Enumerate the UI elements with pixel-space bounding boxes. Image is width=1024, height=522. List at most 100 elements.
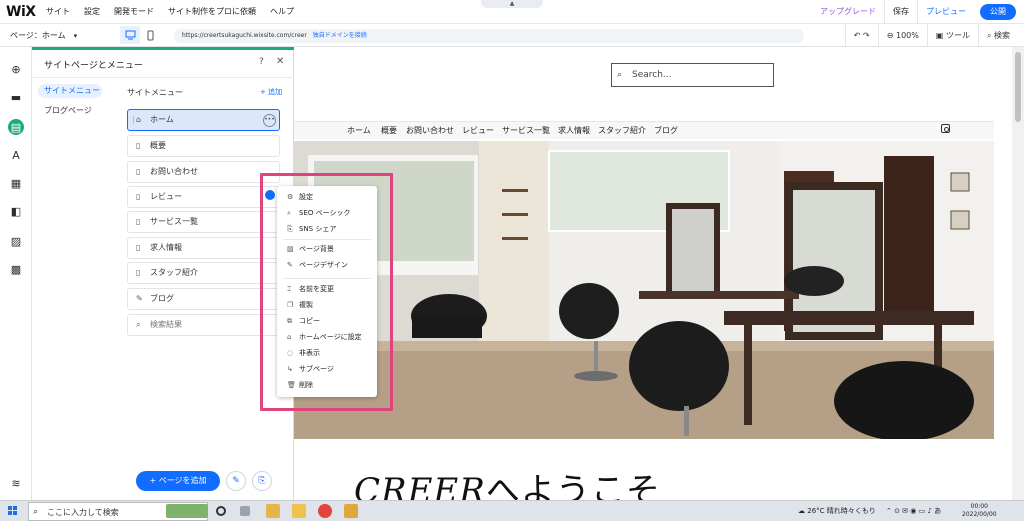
pages-menu-icon[interactable]: ▤: [8, 119, 24, 135]
hero-image[interactable]: [294, 141, 994, 439]
zoom-control[interactable]: ⊖ 100%: [877, 24, 927, 47]
theme-icon[interactable]: A: [8, 147, 24, 163]
search-icon: ⌕: [33, 507, 39, 517]
menu-help[interactable]: ヘルプ: [270, 6, 294, 17]
tools-button[interactable]: ▣ ツール: [926, 24, 978, 47]
apps-icon[interactable]: ▦: [8, 175, 24, 191]
page-item-label: スタッフ紹介: [150, 268, 198, 277]
taskbar-search-placeholder: ここに入力して検索: [47, 508, 119, 517]
site-search-placeholder: Search...: [632, 70, 672, 80]
highlight-annotation-box: [260, 173, 393, 411]
page-icon: ▯: [136, 141, 141, 150]
help-icon[interactable]: ?: [259, 57, 264, 67]
panel-nav-site-menu[interactable]: サイトメニュー: [38, 84, 102, 98]
page-item-label: 検索結果: [150, 320, 182, 329]
site-url: https://creertsukaguchi.wixsite.com/cree…: [182, 32, 307, 39]
editor-search-button[interactable]: ⌕ 検索: [977, 24, 1018, 47]
upgrade-link[interactable]: アップグレード: [812, 0, 884, 24]
desktop-view-button[interactable]: [120, 26, 140, 44]
clock[interactable]: 00:00 2022/00/00: [962, 503, 997, 519]
add-page-button[interactable]: + ページを追加: [136, 471, 220, 491]
preview-button[interactable]: プレビュー: [917, 0, 974, 24]
page-item-label: ホーム: [150, 115, 174, 124]
site-pages-panel: サイトページとメニュー ? ✕ サイトメニュー ブログページ サイトメニュー +…: [32, 47, 294, 500]
cortana-icon[interactable]: [216, 506, 226, 516]
undo-icon[interactable]: ↶: [854, 31, 861, 40]
page-item-jobs[interactable]: ▯ 求人情報: [127, 237, 280, 259]
search-highlight-icon[interactable]: [166, 504, 208, 518]
menu-dev-mode[interactable]: 開発モード: [114, 6, 154, 17]
windows-taskbar: ⌕ ここに入力して検索 ☁ 26°C 晴れ時々くもり ⌃ ⊙ ✉ ◉ ▭ ♪ あ…: [0, 500, 1024, 521]
home-icon: ⌂: [136, 115, 142, 124]
site-nav-about[interactable]: 概要: [381, 125, 397, 136]
windows-start-icon[interactable]: [8, 506, 18, 516]
search-icon: ⌕: [986, 31, 992, 40]
site-nav-home[interactable]: ホーム: [347, 125, 371, 136]
site-nav-staff[interactable]: スタッフ紹介: [598, 125, 646, 136]
page-selector[interactable]: ページ：ホーム ▾: [0, 30, 106, 41]
wix-logo[interactable]: WiX: [6, 4, 46, 20]
site-url-bar[interactable]: https://creertsukaguchi.wixsite.com/cree…: [174, 29, 804, 43]
task-view-icon[interactable]: [240, 506, 250, 516]
close-icon[interactable]: ✕: [276, 56, 284, 67]
site-nav-jobs[interactable]: 求人情報: [558, 125, 590, 136]
publish-button[interactable]: 公開: [980, 4, 1016, 20]
page-item-contact[interactable]: ▯ お問い合わせ: [127, 161, 280, 183]
page-item-label: サービス一覧: [150, 217, 198, 226]
more-actions-icon[interactable]: •••: [263, 114, 276, 127]
app-icon[interactable]: [344, 504, 358, 518]
site-nav-services[interactable]: サービス一覧: [502, 125, 550, 136]
editor-search-label: 検索: [994, 31, 1010, 40]
weather-text[interactable]: 26°C 晴れ時々くもり: [807, 507, 876, 515]
plugins-icon[interactable]: ◧: [8, 203, 24, 219]
undo-redo[interactable]: ↶ ↷: [844, 24, 878, 47]
page-item-label: 求人情報: [150, 243, 182, 252]
panel-nav-blog-pages[interactable]: ブログページ: [44, 105, 92, 116]
mobile-view-button[interactable]: [140, 26, 160, 44]
layers-icon[interactable]: ≋: [8, 475, 24, 491]
save-button[interactable]: 保存: [884, 0, 917, 24]
photos-app-icon[interactable]: [266, 504, 280, 518]
left-tool-bar: ⊕ ▬ ▤ A ▦ ◧ ▨ ▩ ≋: [0, 47, 32, 500]
page-item-search-results[interactable]: ⌕ 検索結果: [127, 314, 280, 336]
page-item-services[interactable]: ▯ サービス一覧: [127, 211, 280, 233]
menu-hire-pro[interactable]: サイト制作をプロに依頼: [168, 6, 256, 17]
scrollbar-thumb[interactable]: [1015, 52, 1021, 122]
zoom-out-icon: ⊖: [886, 31, 894, 40]
connect-domain-link[interactable]: 独自ドメインを接続: [313, 32, 367, 39]
menu-site[interactable]: サイト: [46, 6, 70, 17]
site-nav-blog[interactable]: ブログ: [654, 125, 678, 136]
file-explorer-icon[interactable]: [292, 504, 306, 518]
menu-settings[interactable]: 設定: [84, 6, 100, 17]
page-item-reviews[interactable]: ▯ レビュー: [127, 186, 280, 208]
site-search-box[interactable]: ⌕ Search...: [611, 63, 774, 87]
site-nav-contact[interactable]: お問い合わせ: [406, 125, 454, 136]
business-icon[interactable]: ▩: [8, 261, 24, 277]
page-item-about[interactable]: ▯ 概要: [127, 135, 280, 157]
add-elements-icon[interactable]: ⊕: [8, 61, 24, 77]
editor-top-bar: WiX サイト 設定 開発モード サイト制作をプロに依頼 ヘルプ ▲ アップグレ…: [0, 0, 1024, 24]
media-icon[interactable]: ▨: [8, 233, 24, 249]
site-nav-reviews[interactable]: レビュー: [462, 125, 494, 136]
site-navigation-bar: ホーム 概要 お問い合わせ レビュー サービス一覧 求人情報 スタッフ紹介 ブロ…: [294, 121, 994, 139]
page-transitions-icon[interactable]: ⎘: [252, 471, 272, 491]
page-item-home[interactable]: ⋮ ⌂ ホーム •••: [127, 109, 280, 131]
redo-icon[interactable]: ↷: [863, 31, 870, 40]
collapse-handle[interactable]: ▲: [481, 0, 543, 8]
page-design-icon[interactable]: ✎: [226, 471, 246, 491]
tray-icons[interactable]: ⌃ ⊙ ✉ ◉ ▭ ♪ あ: [886, 507, 941, 515]
sections-icon[interactable]: ▬: [8, 89, 24, 105]
panel-title: サイトページとメニュー: [44, 61, 143, 71]
page-item-blog[interactable]: ✎ ブログ: [127, 288, 280, 310]
page-item-label: 概要: [150, 141, 166, 150]
add-menu-item-link[interactable]: + 追加: [260, 87, 282, 97]
chrome-icon[interactable]: [318, 504, 332, 518]
page-icon: ▯: [136, 167, 141, 176]
weather-icon[interactable]: ☁: [798, 507, 805, 515]
instagram-icon[interactable]: [941, 124, 950, 133]
salon-interior-photo: [294, 141, 994, 439]
page-icon: ▯: [136, 268, 141, 277]
page-item-label: レビュー: [150, 192, 182, 201]
page-item-staff[interactable]: ▯ スタッフ紹介: [127, 262, 280, 284]
page-icon: ▯: [136, 217, 141, 226]
